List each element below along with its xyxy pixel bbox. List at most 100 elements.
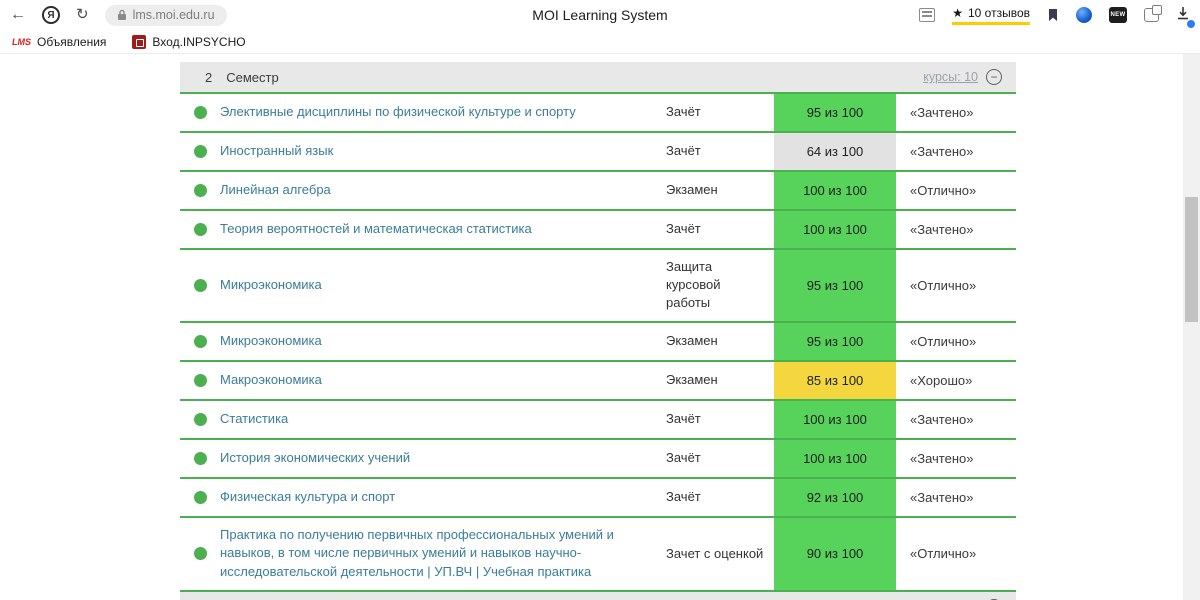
grade-text: «Хорошо» (910, 372, 973, 388)
grade-text: «Зачтено» (910, 105, 974, 120)
assessment-type: Зачёт (666, 104, 701, 120)
bookmark-icon[interactable] (1047, 8, 1059, 22)
extension-new-icon[interactable] (1109, 7, 1127, 23)
status-dot-cell (180, 440, 220, 477)
assessment-type: Экзамен (666, 332, 718, 348)
assessment-type: Зачёт (666, 143, 701, 159)
grade-text: «Зачтено» (910, 450, 974, 466)
status-dot-cell (180, 133, 220, 170)
score-badge: 92 из 100 (774, 478, 896, 516)
table-row: Микроэкономика Экзамен 95 из 100 «Отличн… (180, 322, 1016, 362)
semester-number: 2 (205, 69, 213, 85)
semester-3-header: 3 Семестр курсы: 10 (180, 592, 1016, 600)
course-link[interactable]: Микроэкономика (220, 323, 666, 360)
status-dot-icon (193, 451, 207, 465)
score-badge: 64 из 100 (774, 133, 896, 170)
bookmark-inpsycho[interactable]: Вход.INPSYCHO (132, 34, 246, 49)
status-dot-cell (180, 323, 220, 360)
downloads-button[interactable] (1176, 6, 1195, 28)
back-icon[interactable] (10, 7, 26, 23)
table-row: Линейная алгебра Экзамен 100 из 100 «Отл… (180, 172, 1016, 211)
status-dot-cell (180, 518, 220, 591)
grade-text: «Отлично» (910, 183, 977, 198)
status-dot-icon (193, 145, 207, 158)
course-link[interactable]: История экономических учений (220, 440, 666, 477)
course-link[interactable]: Практика по получению первичных професси… (220, 518, 666, 591)
grades-table: 2 Семестр курсы: 10 Элективные дисциплин… (180, 62, 1016, 600)
course-link[interactable]: Теория вероятностей и математическая ста… (220, 211, 666, 248)
status-dot-icon (193, 278, 207, 292)
collections-icon[interactable] (1144, 5, 1162, 22)
scrollbar-track[interactable] (1183, 54, 1200, 600)
assessment-type: Зачёт (666, 410, 701, 426)
bookmark-label: Вход.INPSYCHO (152, 34, 246, 49)
grade-text: «Отлично» (910, 546, 977, 562)
score-badge: 100 из 100 (774, 211, 896, 248)
status-dot-icon (193, 412, 207, 426)
status-dot-icon (193, 223, 207, 236)
status-dot-cell (180, 211, 220, 248)
page-content: 2 Семестр курсы: 10 Элективные дисциплин… (0, 54, 1200, 600)
grade-text: «Отлично» (910, 277, 977, 293)
score-badge: 100 из 100 (774, 400, 896, 438)
table-row: Практика по получению первичных професси… (180, 517, 1016, 593)
course-link[interactable]: Элективные дисциплины по физической куль… (220, 94, 666, 131)
grade-text: «Зачтено» (910, 144, 974, 159)
grade-text: «Отлично» (910, 333, 977, 349)
status-dot-icon (193, 106, 207, 119)
table-row: Элективные дисциплины по физической куль… (180, 94, 1016, 133)
status-dot-icon (193, 334, 207, 348)
course-link[interactable]: Статистика (220, 401, 666, 438)
status-dot-cell (180, 479, 220, 516)
collapse-semester-icon[interactable] (986, 69, 1002, 85)
extension-browser-icon[interactable] (1076, 7, 1092, 23)
score-badge: 95 из 100 (774, 322, 896, 360)
assessment-type: Защита курсовой работы (666, 259, 721, 311)
grade-text: «Зачтено» (910, 489, 974, 505)
assessment-type: Зачет с оценкой (666, 545, 764, 561)
star-icon (952, 6, 963, 20)
lock-icon (117, 9, 126, 20)
table-row: История экономических учений Зачёт 100 и… (180, 439, 1016, 479)
assessment-type: Зачёт (666, 221, 701, 237)
course-link[interactable]: Макроэкономика (220, 362, 666, 399)
course-link[interactable]: Иностранный язык (220, 133, 666, 170)
assessment-type: Зачёт (666, 449, 701, 465)
status-dot-icon (193, 373, 207, 387)
bookmark-label: Объявления (37, 34, 107, 49)
grade-text: «Зачтено» (910, 411, 974, 427)
browser-toolbar: lms.moi.edu.ru MOI Learning System 10 от… (0, 0, 1200, 30)
score-badge: 95 из 100 (774, 250, 896, 321)
scrollbar-thumb[interactable] (1185, 197, 1198, 322)
bookmarks-bar: LMS Объявления Вход.INPSYCHO (0, 30, 1200, 54)
table-row: Статистика Зачёт 100 из 100 «Зачтено» (180, 400, 1016, 440)
table-row: Физическая культура и спорт Зачёт 92 из … (180, 478, 1016, 518)
lms-favicon: LMS (12, 36, 31, 47)
status-dot-cell (180, 172, 220, 209)
status-dot-icon (193, 547, 207, 561)
course-rows: Элективные дисциплины по физической куль… (180, 92, 1016, 593)
site-reviews-button[interactable]: 10 отзывов (952, 6, 1030, 25)
course-link[interactable]: Линейная алгебра (220, 172, 666, 209)
assessment-type: Зачёт (666, 488, 701, 504)
status-dot-icon (193, 490, 207, 504)
status-dot-cell (180, 94, 220, 131)
translate-icon[interactable] (919, 8, 936, 22)
score-badge: 85 из 100 (774, 361, 896, 399)
url-text: lms.moi.edu.ru (132, 8, 215, 22)
assessment-type: Экзамен (666, 371, 718, 387)
yandex-browser-icon[interactable] (42, 6, 60, 24)
courses-count-link[interactable]: курсы: 10 (923, 70, 978, 84)
bookmark-announcements[interactable]: LMS Объявления (12, 35, 106, 49)
reviews-label: 10 отзывов (967, 5, 1030, 20)
table-row: Макроэкономика Экзамен 85 из 100 «Хорошо… (180, 361, 1016, 401)
course-link[interactable]: Микроэкономика (220, 250, 666, 321)
course-link[interactable]: Физическая культура и спорт (220, 479, 666, 516)
status-dot-cell (180, 362, 220, 399)
table-row: Микроэкономика Защита курсовой работы 95… (180, 250, 1016, 323)
refresh-icon[interactable] (76, 7, 89, 23)
download-icon (1178, 6, 1188, 19)
address-bar[interactable]: lms.moi.edu.ru (104, 4, 227, 26)
semester-2-header: 2 Семестр курсы: 10 (180, 62, 1016, 92)
score-badge: 100 из 100 (774, 172, 896, 209)
